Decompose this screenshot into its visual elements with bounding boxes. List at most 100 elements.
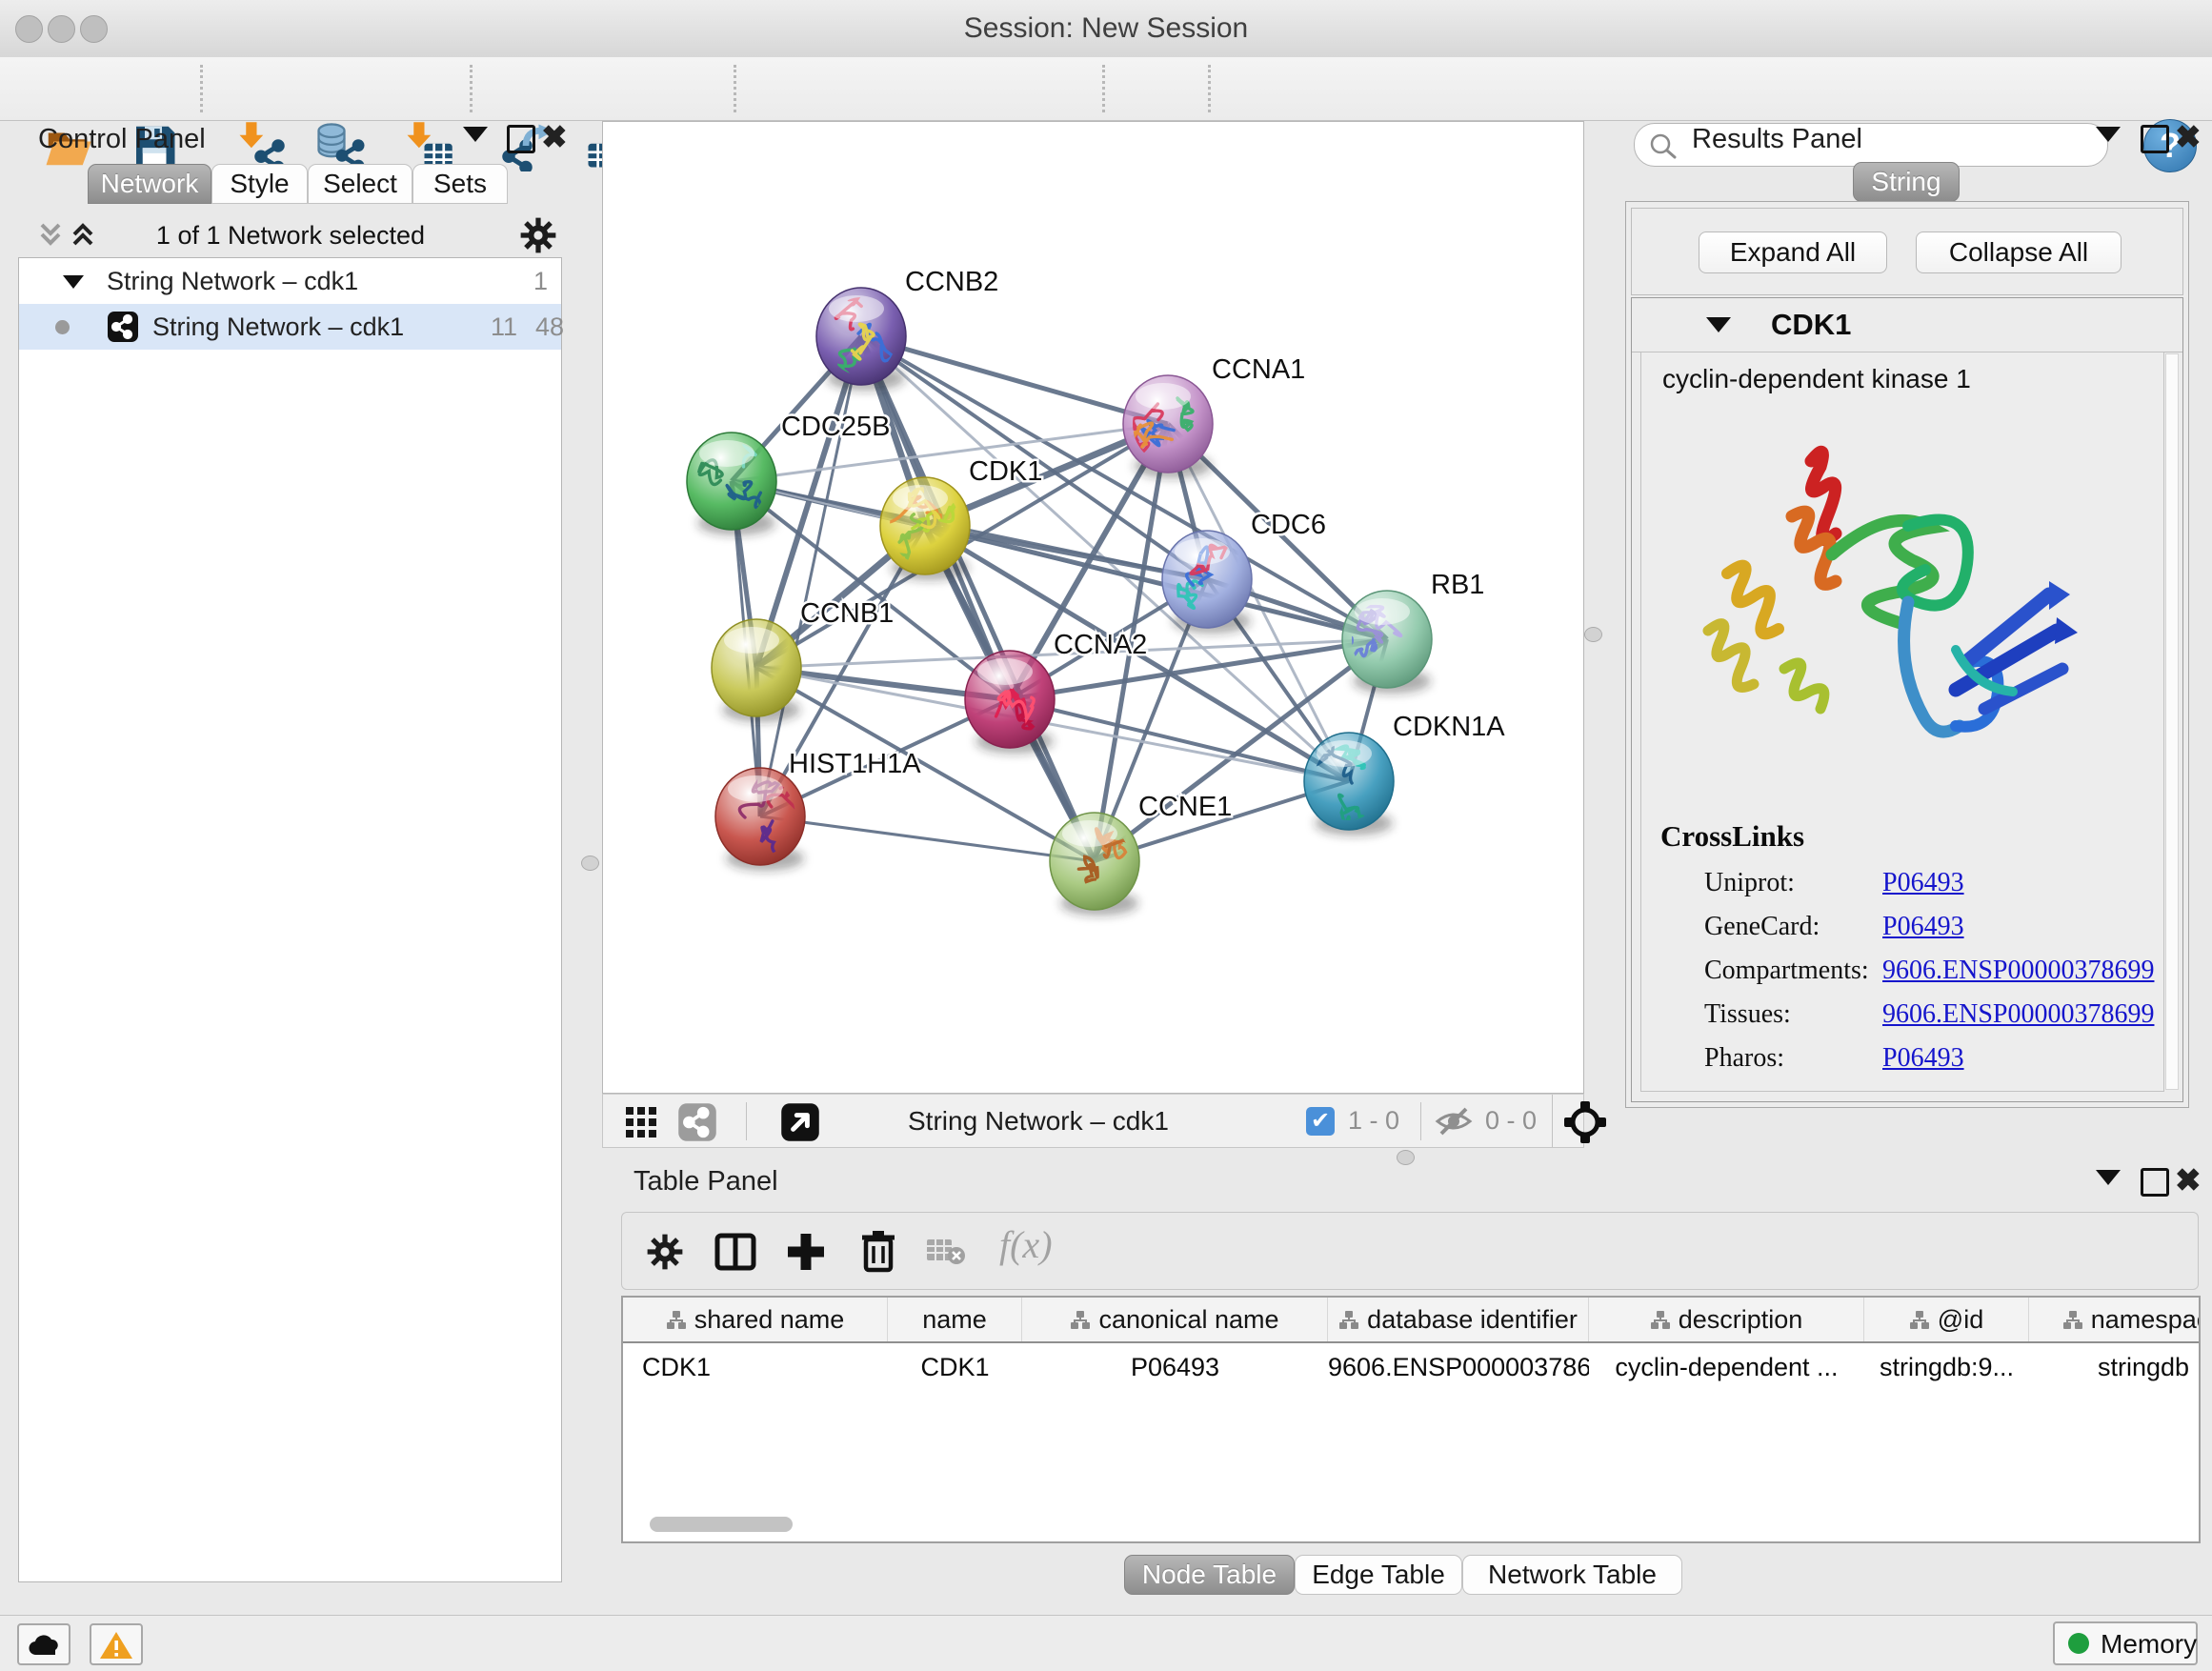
cloud-button[interactable]	[17, 1623, 70, 1665]
crosslink-link[interactable]: P06493	[1882, 1043, 1964, 1074]
tab-node-table[interactable]: Node Table	[1124, 1555, 1295, 1595]
gene-card-header[interactable]: CDK1	[1632, 298, 2182, 352]
detach-view-icon[interactable]	[780, 1102, 820, 1142]
results-panel-maximize-icon[interactable]	[2141, 125, 2169, 153]
node-label-CCNE1: CCNE1	[1138, 792, 1232, 822]
left-splitter-grip[interactable]	[581, 856, 599, 871]
crosslink-label: Tissues:	[1704, 999, 1791, 1030]
collapse-all-button[interactable]: Collapse All	[1916, 232, 2122, 273]
node-label-HIST1H1A: HIST1H1A	[789, 749, 921, 779]
toolbar-separator	[1102, 65, 1105, 112]
cloud-icon	[27, 1632, 61, 1657]
network-view-title: String Network – cdk1	[908, 1095, 1169, 1147]
crosslink-label: Uniprot:	[1704, 868, 1795, 898]
gene-card-collapse-icon[interactable]	[1706, 317, 1731, 332]
node-table[interactable]: shared name name canonical name database id…	[621, 1296, 2201, 1543]
network-node-count: 11	[491, 304, 517, 350]
show-columns-icon[interactable]	[714, 1230, 757, 1274]
memory-button[interactable]: Memory	[2053, 1621, 2198, 1665]
tab-select[interactable]: Select	[308, 164, 412, 204]
node-label-CCNB2: CCNB2	[905, 267, 998, 297]
add-column-icon[interactable]	[784, 1230, 828, 1274]
network-type-icon	[107, 311, 139, 343]
delete-column-icon[interactable]	[856, 1228, 900, 1274]
column-type-icon	[1070, 1310, 1091, 1331]
node-CDKN1A	[1304, 733, 1394, 836]
column-header-name[interactable]: name	[888, 1298, 1022, 1341]
delete-table-icon-disabled	[925, 1236, 967, 1268]
table-cell[interactable]: cyclin-dependent ...	[1589, 1345, 1864, 1389]
memory-label: Memory	[2101, 1629, 2197, 1660]
warnings-button[interactable]	[90, 1623, 143, 1665]
node-CCNE1	[1050, 813, 1142, 916]
table-cell[interactable]: stringdb:9...	[1864, 1345, 2029, 1389]
table-panel-maximize-icon[interactable]	[2141, 1168, 2169, 1197]
column-header-namespace[interactable]: namespace	[2029, 1298, 2201, 1341]
crosslink-link[interactable]: 9606.ENSP00000378699	[1882, 956, 2154, 986]
tab-style[interactable]: Style	[211, 164, 308, 204]
results-scrollbar-track[interactable]	[2165, 353, 2179, 1090]
network-collection-row[interactable]: String Network – cdk1 1	[19, 258, 561, 304]
fit-selected-crosshair-icon[interactable]	[1563, 1100, 1607, 1144]
control-panel-maximize-icon[interactable]	[507, 125, 535, 153]
column-header-label: database identifier	[1367, 1305, 1578, 1334]
title-bar: Session: New Session	[0, 0, 2212, 58]
crosslink-link[interactable]: P06493	[1882, 912, 1964, 942]
control-panel-float-icon[interactable]	[463, 127, 488, 142]
search-icon	[1648, 131, 1680, 160]
grid-view-icon[interactable]	[624, 1105, 658, 1139]
expand-all-networks-icon[interactable]	[67, 219, 99, 252]
control-panel-close-icon[interactable]: ✖	[541, 118, 568, 155]
column-header-label: canonical name	[1098, 1305, 1278, 1334]
collection-label: String Network – cdk1	[107, 258, 358, 304]
tab-network[interactable]: Network	[88, 164, 211, 204]
column-header-shared-name[interactable]: shared name	[623, 1298, 888, 1341]
table-hscrollbar-thumb[interactable]	[650, 1517, 793, 1532]
table-cell[interactable]: 9606.ENSP00000378699	[1328, 1345, 1589, 1389]
results-panel-float-icon[interactable]	[2096, 127, 2121, 142]
column-header-description[interactable]: description	[1589, 1298, 1864, 1341]
toolbar-separator	[734, 65, 736, 112]
column-header--id[interactable]: @id	[1864, 1298, 2029, 1341]
network-options-gear-icon[interactable]	[518, 215, 558, 255]
control-panel-title: Control Panel	[38, 124, 206, 155]
tab-sets[interactable]: Sets	[412, 164, 508, 204]
table-cell[interactable]: CDK1	[623, 1345, 888, 1389]
selected-nodes-checkbox[interactable]: ✔	[1306, 1107, 1335, 1136]
collection-expand-icon[interactable]	[63, 275, 84, 289]
column-header-database-identifier[interactable]: database identifier	[1328, 1298, 1589, 1341]
network-graph[interactable]: CCNB2CCNA1CDC25BCDK1CDC6RB1CCNB1CCNA2CDK…	[603, 122, 1583, 1093]
network-edge-count: 48	[535, 304, 564, 350]
table-panel-close-icon[interactable]: ✖	[2175, 1161, 2202, 1198]
warning-icon	[99, 1630, 133, 1661]
tab-edge-table[interactable]: Edge Table	[1295, 1555, 1462, 1595]
selected-counts: 1 - 0	[1348, 1095, 1399, 1147]
collapse-all-networks-icon[interactable]	[34, 219, 67, 252]
results-panel-close-icon[interactable]: ✖	[2175, 118, 2202, 155]
crosslink-link[interactable]: 9606.ENSP00000378699	[1882, 999, 2154, 1030]
column-header-label: name	[922, 1305, 987, 1334]
column-header-label: shared name	[694, 1305, 845, 1334]
network-row-selected[interactable]: String Network – cdk1 11 48	[19, 304, 561, 350]
bottom-splitter-grip[interactable]	[1397, 1150, 1415, 1165]
tab-network-table[interactable]: Network Table	[1462, 1555, 1682, 1595]
crosslink-label: GeneCard:	[1704, 912, 1820, 942]
table-panel-float-icon[interactable]	[2096, 1170, 2121, 1185]
right-splitter-grip[interactable]	[1584, 627, 1602, 642]
table-cell[interactable]: CDK1	[888, 1345, 1022, 1389]
network-view-mode-icon[interactable]	[677, 1102, 717, 1142]
node-label-CCNB1: CCNB1	[800, 598, 894, 629]
table-options-gear-icon[interactable]	[645, 1232, 685, 1272]
network-view-canvas[interactable]: CCNB2CCNA1CDC25BCDK1CDC6RB1CCNB1CCNA2CDK…	[602, 121, 1584, 1094]
tab-string[interactable]: String	[1853, 162, 1960, 202]
toolbar-separator	[470, 65, 473, 112]
hidden-counts: 0 - 0	[1485, 1095, 1537, 1147]
table-cell[interactable]: stringdb	[2029, 1345, 2201, 1389]
node-label-CDC6: CDC6	[1251, 510, 1326, 540]
results-panel-title: Results Panel	[1692, 124, 1862, 155]
table-cell[interactable]: P06493	[1022, 1345, 1328, 1389]
crosslink-link[interactable]: P06493	[1882, 868, 1964, 898]
expand-all-button[interactable]: Expand All	[1699, 232, 1887, 273]
gene-symbol: CDK1	[1771, 308, 1851, 342]
column-header-canonical-name[interactable]: canonical name	[1022, 1298, 1328, 1341]
